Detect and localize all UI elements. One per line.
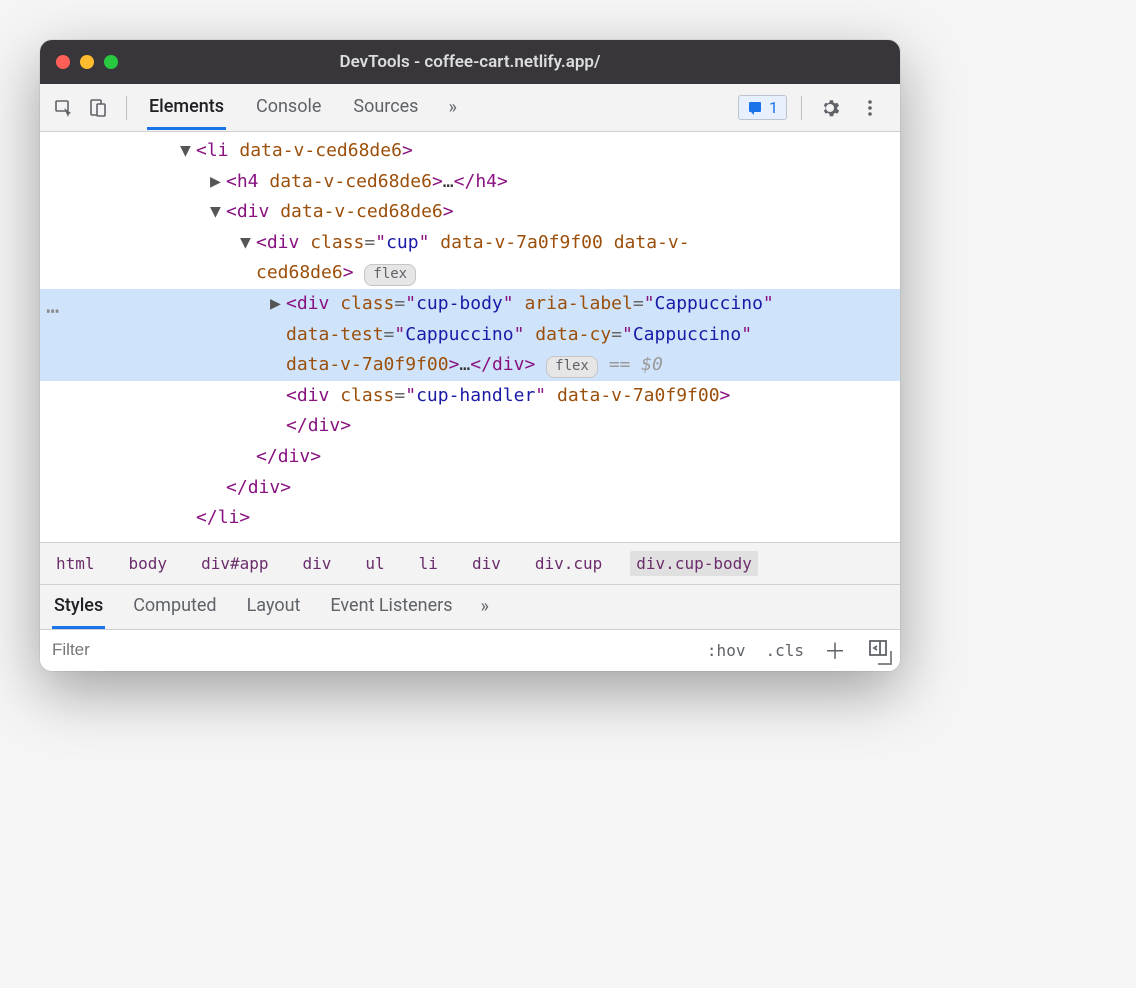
dom-tree[interactable]: ▼<li data-v-ced68de6> ▶<h4 data-v-ced68d… <box>40 132 900 542</box>
new-style-rule-button[interactable]: ＋ <box>814 634 856 666</box>
breadcrumb: html body div#app div ul li div div.cup … <box>40 542 900 584</box>
dom-close-div-outer[interactable]: </div> <box>40 473 900 504</box>
dom-close-li[interactable]: </li> <box>40 503 900 534</box>
inspect-icon[interactable] <box>50 94 78 122</box>
toolbar-separator <box>126 96 127 120</box>
issues-count: 1 <box>769 98 778 117</box>
toolbar-right: 1 <box>738 94 890 122</box>
issues-badge[interactable]: 1 <box>738 95 787 120</box>
close-button[interactable] <box>56 55 70 69</box>
breadcrumb-html[interactable]: html <box>50 551 101 576</box>
toolbar-separator-2 <box>801 96 802 120</box>
resize-handle[interactable] <box>878 651 892 665</box>
dom-node-h4[interactable]: ▶<h4 data-v-ced68de6>…</h4> <box>40 167 900 198</box>
traffic-lights <box>56 55 118 69</box>
main-toolbar: Elements Console Sources » 1 <box>40 84 900 132</box>
devtools-window: DevTools - coffee-cart.netlify.app/ Elem… <box>40 40 900 671</box>
breadcrumb-app[interactable]: div#app <box>195 551 274 576</box>
styles-more-tabs[interactable]: » <box>481 596 489 617</box>
dom-node-div-cup-handler[interactable]: <div class="cup-handler" data-v-7a0f9f00… <box>40 381 900 442</box>
flex-badge[interactable]: flex <box>364 264 416 286</box>
breadcrumb-li[interactable]: li <box>413 551 444 576</box>
minimize-button[interactable] <box>80 55 94 69</box>
cls-toggle[interactable]: .cls <box>755 641 814 660</box>
tab-event-listeners[interactable]: Event Listeners <box>328 585 454 629</box>
tab-layout[interactable]: Layout <box>245 585 303 629</box>
maximize-button[interactable] <box>104 55 118 69</box>
breadcrumb-div[interactable]: div <box>297 551 338 576</box>
eq-dollar-zero: == $0 <box>609 354 663 375</box>
styles-filter-input[interactable] <box>40 632 697 668</box>
window-title: DevTools - coffee-cart.netlify.app/ <box>40 52 900 72</box>
dom-node-div-outer[interactable]: ▼<div data-v-ced68de6> <box>40 197 900 228</box>
flex-badge-2[interactable]: flex <box>546 356 598 378</box>
dom-node-li[interactable]: ▼<li data-v-ced68de6> <box>40 136 900 167</box>
dom-close-div-cup[interactable]: </div> <box>40 442 900 473</box>
tab-sources[interactable]: Sources <box>351 86 420 130</box>
device-toolbar-icon[interactable] <box>84 94 112 122</box>
kebab-icon[interactable] <box>856 94 884 122</box>
panel-tabs: Elements Console Sources » <box>147 86 457 130</box>
breadcrumb-cup-body[interactable]: div.cup-body <box>630 551 758 576</box>
breadcrumb-cup[interactable]: div.cup <box>529 551 608 576</box>
breadcrumb-ul[interactable]: ul <box>359 551 390 576</box>
styles-filter-row: :hov .cls ＋ <box>40 629 900 671</box>
hov-toggle[interactable]: :hov <box>697 641 756 660</box>
dom-node-div-cup[interactable]: ▼<div class="cup" data-v-7a0f9f00 data-v… <box>40 228 900 289</box>
tab-styles[interactable]: Styles <box>52 585 105 629</box>
breadcrumb-body[interactable]: body <box>123 551 174 576</box>
gear-icon[interactable] <box>816 94 844 122</box>
breadcrumb-div2[interactable]: div <box>466 551 507 576</box>
more-tabs-button[interactable]: » <box>448 97 456 118</box>
tab-console[interactable]: Console <box>254 86 323 130</box>
styles-tabbar: Styles Computed Layout Event Listeners » <box>40 584 900 629</box>
tab-computed[interactable]: Computed <box>131 585 218 629</box>
dom-node-div-cup-body[interactable]: ▶<div class="cup-body" aria-label="Cappu… <box>40 289 900 381</box>
titlebar: DevTools - coffee-cart.netlify.app/ <box>40 40 900 84</box>
tab-elements[interactable]: Elements <box>147 86 226 130</box>
